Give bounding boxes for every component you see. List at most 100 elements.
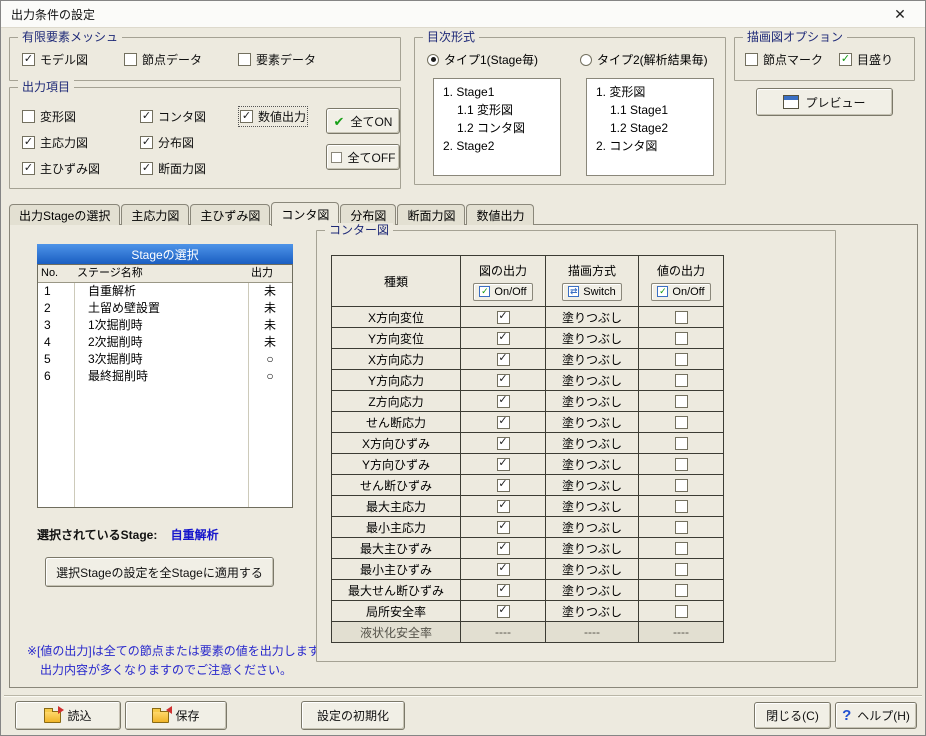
checkbox-item[interactable]: 節点データ xyxy=(124,51,202,68)
contour-draw-style-cell[interactable]: 塗りつぶし xyxy=(546,349,639,370)
checkbox-item[interactable]: 目盛り xyxy=(839,51,893,68)
close-icon[interactable]: ✕ xyxy=(885,6,915,23)
checkbox[interactable] xyxy=(124,53,137,66)
checkbox[interactable] xyxy=(675,563,688,576)
contour-draw-style-cell[interactable]: 塗りつぶし xyxy=(546,580,639,601)
checkbox-item[interactable]: 主ひずみ図 xyxy=(22,160,100,177)
checkbox[interactable] xyxy=(675,374,688,387)
checkbox[interactable] xyxy=(675,416,688,429)
contour-draw-style-cell[interactable]: 塗りつぶし xyxy=(546,454,639,475)
radio-icon[interactable] xyxy=(427,54,439,66)
checkbox[interactable] xyxy=(675,311,688,324)
radio-icon[interactable] xyxy=(580,54,592,66)
checkbox[interactable] xyxy=(675,500,688,513)
preview-button[interactable]: プレビュー xyxy=(756,88,893,116)
checkbox[interactable] xyxy=(675,437,688,450)
stage-row[interactable]: 6最終掘削時○ xyxy=(38,368,292,385)
checkbox[interactable] xyxy=(675,584,688,597)
checkbox-item[interactable]: 分布図 xyxy=(140,134,206,151)
checkbox-item[interactable]: 主応力図 xyxy=(22,134,100,151)
stage-row[interactable]: 42次掘削時未 xyxy=(38,334,292,351)
checkbox[interactable] xyxy=(22,53,35,66)
stage-row[interactable]: 53次掘削時○ xyxy=(38,351,292,368)
contour-draw-style-cell[interactable]: 塗りつぶし xyxy=(546,496,639,517)
checkbox[interactable] xyxy=(497,395,510,408)
checkbox[interactable] xyxy=(140,136,153,149)
toc-type1-radio[interactable]: タイプ1(Stage毎) xyxy=(427,51,538,68)
contour-draw-style-cell[interactable]: 塗りつぶし xyxy=(546,517,639,538)
checkbox[interactable] xyxy=(22,110,35,123)
checkbox[interactable] xyxy=(497,458,510,471)
checkbox[interactable] xyxy=(497,353,510,366)
stage-output: ○ xyxy=(248,351,292,368)
checkbox-item[interactable]: 数値出力 xyxy=(240,108,306,125)
checkbox[interactable] xyxy=(497,605,510,618)
checkbox[interactable] xyxy=(675,332,688,345)
checkbox[interactable] xyxy=(675,521,688,534)
tab-6[interactable]: 数値出力 xyxy=(466,204,534,225)
contour-draw-style-cell[interactable]: 塗りつぶし xyxy=(546,328,639,349)
checkbox-item[interactable]: 変形図 xyxy=(22,108,100,125)
help-button[interactable]: ? ヘルプ(H) xyxy=(835,702,917,729)
checkbox[interactable] xyxy=(675,479,688,492)
contour-draw-style-cell[interactable]: 塗りつぶし xyxy=(546,475,639,496)
checkbox-item[interactable]: 断面力図 xyxy=(140,160,206,177)
stage-row[interactable]: 2土留め壁設置未 xyxy=(38,300,292,317)
contour-draw-style-cell[interactable]: 塗りつぶし xyxy=(546,559,639,580)
value-output-onoff-button[interactable]: On/Off xyxy=(651,283,710,301)
tab-0[interactable]: 出力Stageの選択 xyxy=(9,204,120,225)
checkbox-item[interactable]: 要素データ xyxy=(238,51,316,68)
toc-type2-radio[interactable]: タイプ2(解析結果毎) xyxy=(580,51,708,68)
tab-4[interactable]: 分布図 xyxy=(340,204,396,225)
load-button[interactable]: 読込 xyxy=(15,701,121,730)
checkbox[interactable] xyxy=(497,584,510,597)
checkbox[interactable] xyxy=(675,605,688,618)
checkbox-item[interactable]: モデル図 xyxy=(22,51,88,68)
checkbox[interactable] xyxy=(22,162,35,175)
checkbox[interactable] xyxy=(497,542,510,555)
checkbox-item[interactable]: 節点マーク xyxy=(745,51,823,68)
contour-draw-style-cell[interactable]: 塗りつぶし xyxy=(546,370,639,391)
checkbox[interactable] xyxy=(240,110,253,123)
checkbox[interactable] xyxy=(22,136,35,149)
checkbox[interactable] xyxy=(675,353,688,366)
reset-settings-button[interactable]: 設定の初期化 xyxy=(301,701,405,730)
checkbox[interactable] xyxy=(839,53,852,66)
all-on-button[interactable]: ✔ 全てON xyxy=(326,108,400,134)
checkbox[interactable] xyxy=(497,374,510,387)
tab-1[interactable]: 主応力図 xyxy=(121,204,189,225)
group-title-contour: コンター図 xyxy=(325,223,393,237)
checkbox[interactable] xyxy=(675,458,688,471)
checkbox[interactable] xyxy=(675,542,688,555)
figure-output-onoff-button[interactable]: On/Off xyxy=(473,283,532,301)
close-button[interactable]: 閉じる(C) xyxy=(754,702,831,729)
checkbox[interactable] xyxy=(497,416,510,429)
all-off-button[interactable]: 全てOFF xyxy=(326,144,400,170)
contour-draw-style-cell[interactable]: 塗りつぶし xyxy=(546,391,639,412)
apply-to-all-stages-button[interactable]: 選択Stageの設定を全Stageに適用する xyxy=(45,557,274,587)
checkbox[interactable] xyxy=(675,395,688,408)
contour-draw-style-cell[interactable]: 塗りつぶし xyxy=(546,601,639,622)
checkbox[interactable] xyxy=(140,110,153,123)
checkbox[interactable] xyxy=(497,311,510,324)
contour-draw-style-cell[interactable]: 塗りつぶし xyxy=(546,433,639,454)
checkbox[interactable] xyxy=(497,500,510,513)
tab-5[interactable]: 断面力図 xyxy=(397,204,465,225)
checkbox[interactable] xyxy=(140,162,153,175)
contour-draw-style-cell[interactable]: 塗りつぶし xyxy=(546,307,639,328)
contour-draw-style-cell[interactable]: 塗りつぶし xyxy=(546,538,639,559)
draw-style-switch-button[interactable]: Switch xyxy=(562,283,621,301)
save-button[interactable]: 保存 xyxy=(125,701,227,730)
checkbox[interactable] xyxy=(497,521,510,534)
checkbox-item[interactable]: コンタ図 xyxy=(140,108,206,125)
checkbox[interactable] xyxy=(745,53,758,66)
checkbox[interactable] xyxy=(238,53,251,66)
stage-row[interactable]: 1自重解析未 xyxy=(38,283,292,300)
contour-draw-style-cell[interactable]: 塗りつぶし xyxy=(546,412,639,433)
checkbox[interactable] xyxy=(497,437,510,450)
checkbox[interactable] xyxy=(497,332,510,345)
tab-2[interactable]: 主ひずみ図 xyxy=(190,204,270,225)
checkbox[interactable] xyxy=(497,479,510,492)
stage-row[interactable]: 31次掘削時未 xyxy=(38,317,292,334)
checkbox[interactable] xyxy=(497,563,510,576)
